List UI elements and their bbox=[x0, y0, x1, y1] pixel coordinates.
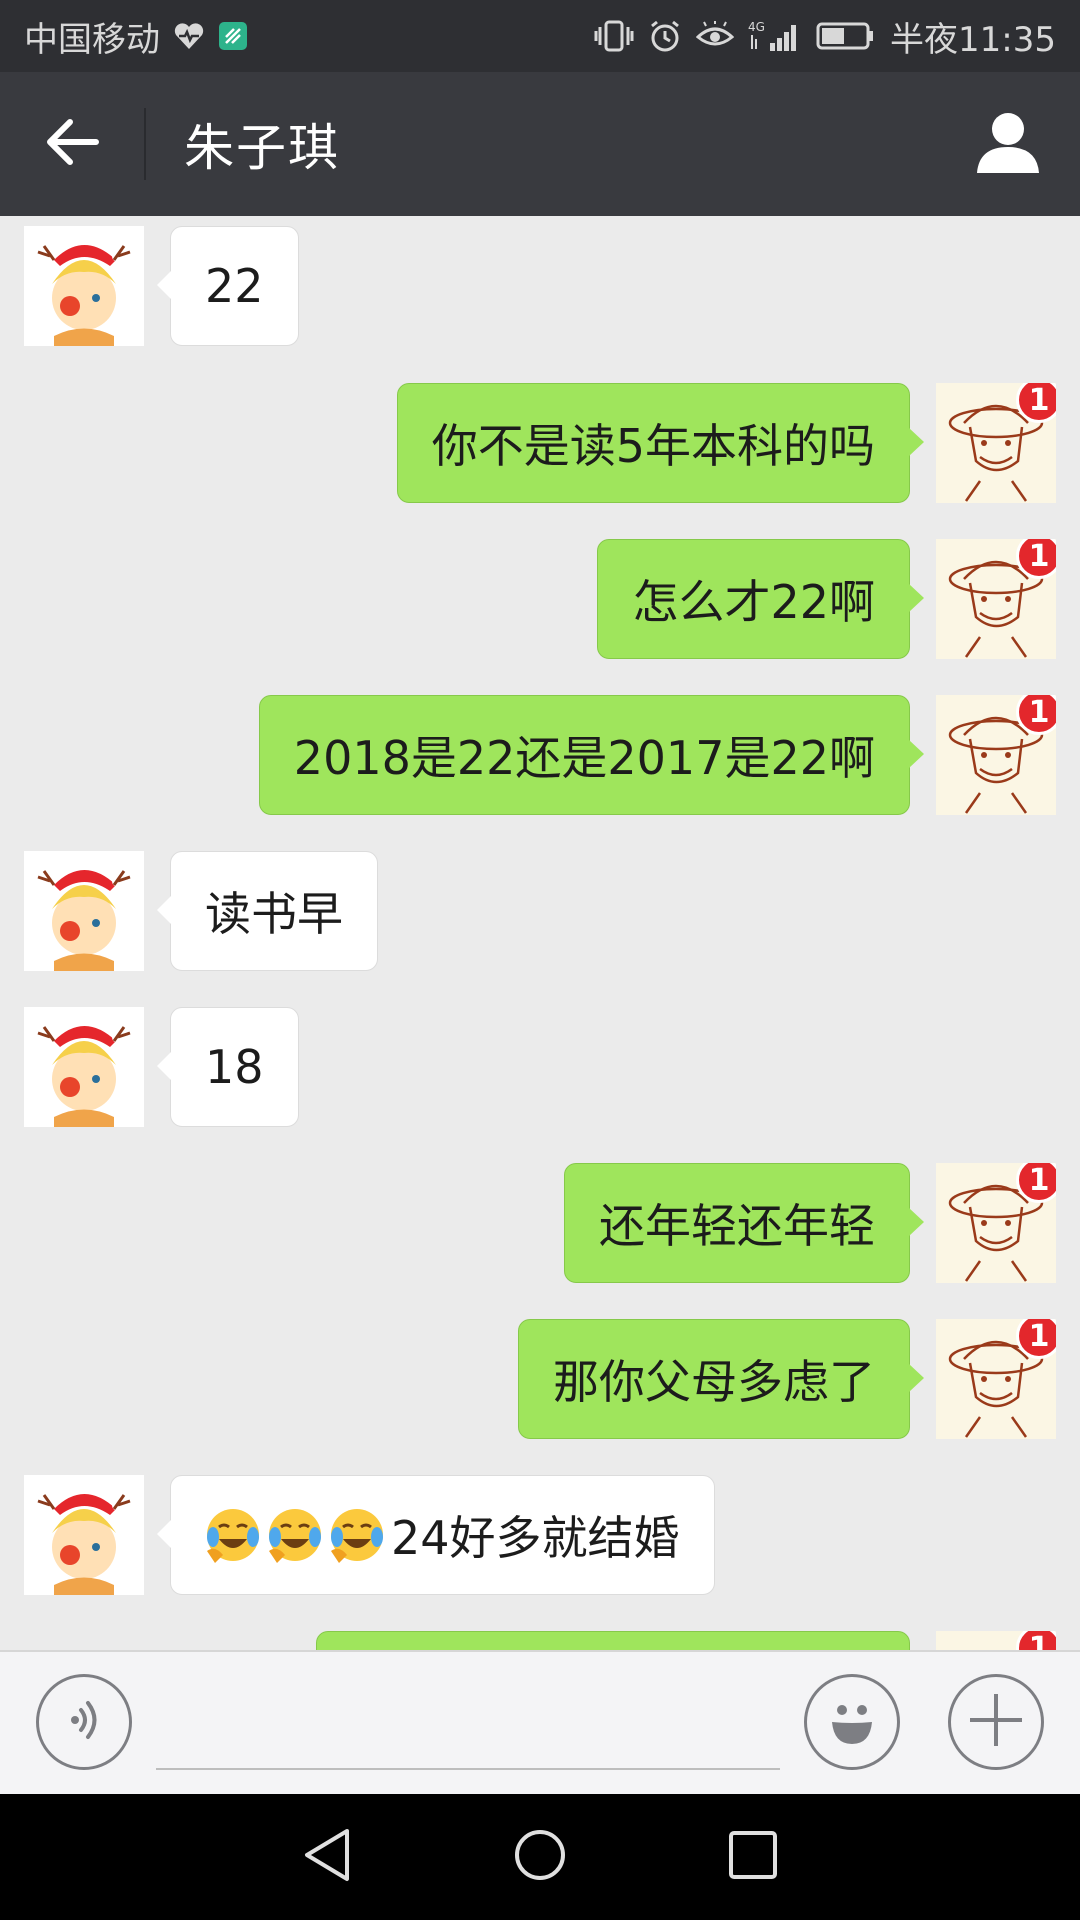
incoming-message-bubble[interactable]: 22 bbox=[157, 226, 299, 346]
contact-avatar[interactable] bbox=[24, 226, 144, 346]
network-type: 4G bbox=[748, 20, 765, 34]
message-row: 24好多就结婚 bbox=[0, 1475, 1080, 1595]
outgoing-message-bubble[interactable]: 还年轻还年轻 bbox=[564, 1163, 924, 1283]
smiley-icon bbox=[822, 1690, 882, 1754]
eye-comfort-icon bbox=[696, 21, 735, 51]
message-list[interactable]: 22 你不是读5年本科的吗 1 怎么才22啊 1 2018是22还是2017是2… bbox=[0, 216, 1080, 1650]
message-text: 18 bbox=[205, 1040, 264, 1094]
heart-rate-icon bbox=[174, 22, 204, 50]
contact-avatar[interactable] bbox=[24, 851, 144, 971]
alarm-icon bbox=[648, 19, 682, 53]
my-avatar[interactable]: 1 bbox=[936, 539, 1056, 659]
app-notification-icon bbox=[218, 21, 248, 51]
message-text: 读书早 bbox=[205, 887, 343, 941]
more-options-button[interactable] bbox=[948, 1674, 1044, 1770]
message-text: 怎么才22啊 bbox=[632, 575, 875, 629]
message-text: 22 bbox=[205, 259, 264, 313]
plus-icon bbox=[966, 1690, 1026, 1754]
battery-icon bbox=[816, 21, 876, 51]
status-bar: 中国移动 4G 半夜11:35 bbox=[0, 0, 1080, 72]
my-avatar[interactable]: 1 bbox=[936, 695, 1056, 815]
message-row: 读书早 bbox=[0, 851, 1080, 971]
outgoing-message-bubble[interactable]: 你不是读5年本科的吗 bbox=[396, 383, 925, 503]
my-avatar[interactable]: 1 bbox=[936, 1631, 1056, 1650]
vibrate-icon bbox=[594, 19, 634, 53]
message-row: 还年轻还年轻 1 bbox=[0, 1163, 1080, 1283]
outgoing-message-bubble[interactable] bbox=[316, 1631, 910, 1650]
signal-4g-icon: 4G bbox=[748, 19, 802, 53]
message-row: 2018是22还是2017是22啊 1 bbox=[0, 695, 1080, 815]
message-text: 2018是22还是2017是22啊 bbox=[293, 731, 875, 785]
chat-info-button[interactable] bbox=[936, 72, 1080, 216]
nav-home-icon bbox=[512, 1827, 568, 1887]
my-avatar[interactable]: 1 bbox=[936, 383, 1056, 503]
message-input-bar bbox=[0, 1650, 1080, 1794]
carrier-name: 中国移动 bbox=[24, 19, 160, 60]
nav-back-button[interactable] bbox=[277, 1807, 377, 1907]
my-avatar[interactable]: 1 bbox=[936, 1319, 1056, 1439]
message-row: 1 bbox=[0, 1631, 1080, 1650]
status-time: 半夜11:35 bbox=[890, 19, 1056, 60]
contact-avatar[interactable] bbox=[24, 1007, 144, 1127]
unread-badge: 1 bbox=[1016, 1631, 1056, 1650]
outgoing-message-bubble[interactable]: 2018是22还是2017是22啊 bbox=[258, 695, 925, 815]
chat-header: 朱子琪 bbox=[0, 72, 1080, 216]
incoming-message-bubble[interactable]: 读书早 bbox=[157, 851, 378, 971]
emoji-button[interactable] bbox=[804, 1674, 900, 1770]
message-input[interactable] bbox=[156, 1678, 780, 1770]
back-arrow-icon bbox=[44, 117, 100, 171]
chat-title: 朱子琪 bbox=[184, 119, 340, 177]
message-row: 18 bbox=[0, 1007, 1080, 1127]
message-row: 怎么才22啊 1 bbox=[0, 539, 1080, 659]
contact-avatar[interactable] bbox=[24, 1475, 144, 1595]
outgoing-message-bubble[interactable]: 那你父母多虑了 bbox=[518, 1319, 924, 1439]
crying-laughing-emoji-icon bbox=[329, 1507, 385, 1563]
nav-back-icon bbox=[301, 1827, 353, 1887]
nav-home-button[interactable] bbox=[490, 1807, 590, 1907]
message-text: 24好多就结婚 bbox=[391, 1511, 680, 1565]
message-row: 那你父母多虑了 1 bbox=[0, 1319, 1080, 1439]
message-row: 你不是读5年本科的吗 1 bbox=[0, 383, 1080, 503]
my-avatar[interactable]: 1 bbox=[936, 1163, 1056, 1283]
message-text: 还年轻还年轻 bbox=[599, 1199, 875, 1253]
crying-laughing-emoji-icon bbox=[267, 1507, 323, 1563]
person-icon bbox=[975, 109, 1041, 179]
nav-recent-icon bbox=[727, 1829, 779, 1885]
message-text: 那你父母多虑了 bbox=[553, 1355, 875, 1409]
message-row: 22 bbox=[0, 226, 1080, 346]
back-button[interactable] bbox=[0, 72, 144, 216]
voice-input-button[interactable] bbox=[36, 1674, 132, 1770]
nav-recent-apps-button[interactable] bbox=[703, 1807, 803, 1907]
message-text: 你不是读5年本科的吗 bbox=[431, 419, 875, 473]
crying-laughing-emoji-icon bbox=[205, 1507, 261, 1563]
incoming-message-bubble[interactable]: 24好多就结婚 bbox=[157, 1475, 715, 1595]
outgoing-message-bubble[interactable]: 怎么才22啊 bbox=[597, 539, 924, 659]
system-nav-bar bbox=[0, 1794, 1080, 1920]
voice-icon bbox=[59, 1695, 109, 1749]
header-divider bbox=[144, 108, 146, 180]
incoming-message-bubble[interactable]: 18 bbox=[157, 1007, 299, 1127]
